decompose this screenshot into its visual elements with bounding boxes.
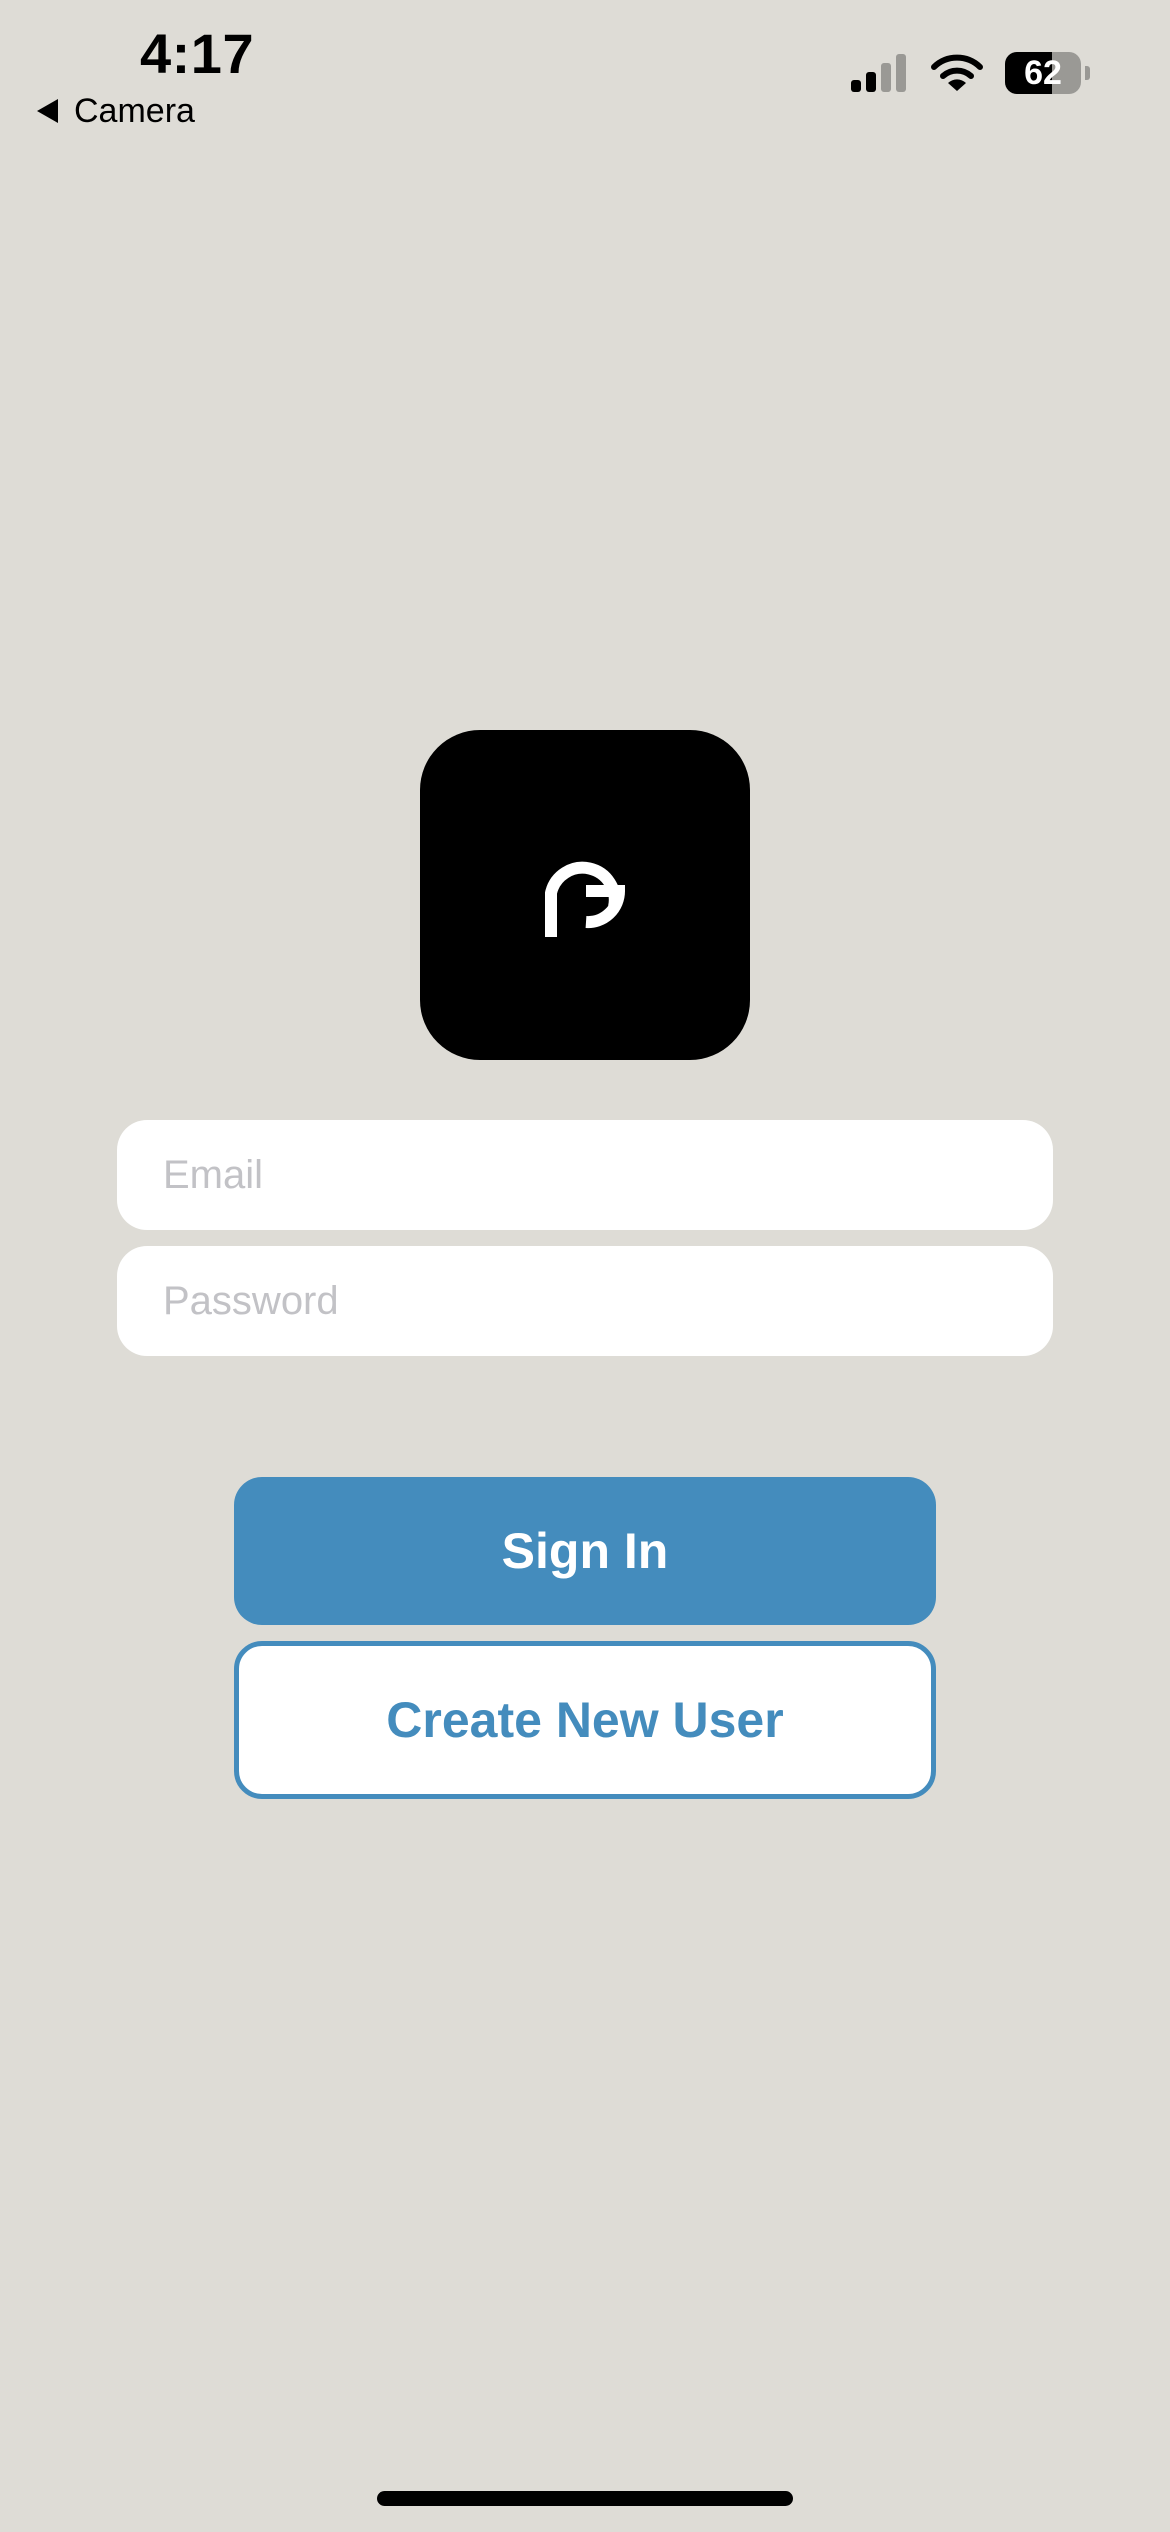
battery-icon: 62 — [1005, 52, 1090, 94]
battery-body: 62 — [1005, 52, 1081, 94]
password-field[interactable] — [117, 1246, 1053, 1356]
status-time: 4:17 — [140, 22, 255, 85]
app-logo — [420, 730, 750, 1060]
app-logo-icon — [545, 861, 625, 937]
email-field[interactable] — [117, 1120, 1053, 1230]
create-new-user-button[interactable]: Create New User — [234, 1641, 936, 1799]
status-indicators: 62 — [851, 52, 1090, 94]
back-triangle-icon — [37, 99, 58, 123]
home-indicator[interactable] — [377, 2491, 793, 2506]
back-to-camera-link[interactable]: Camera — [36, 88, 195, 134]
cellular-signal-icon — [851, 54, 906, 92]
battery-level: 62 — [1024, 53, 1062, 92]
sign-in-button[interactable]: Sign In — [234, 1477, 936, 1625]
back-link-label: Camera — [74, 92, 195, 130]
battery-cap — [1085, 66, 1090, 80]
wifi-icon — [931, 54, 983, 91]
